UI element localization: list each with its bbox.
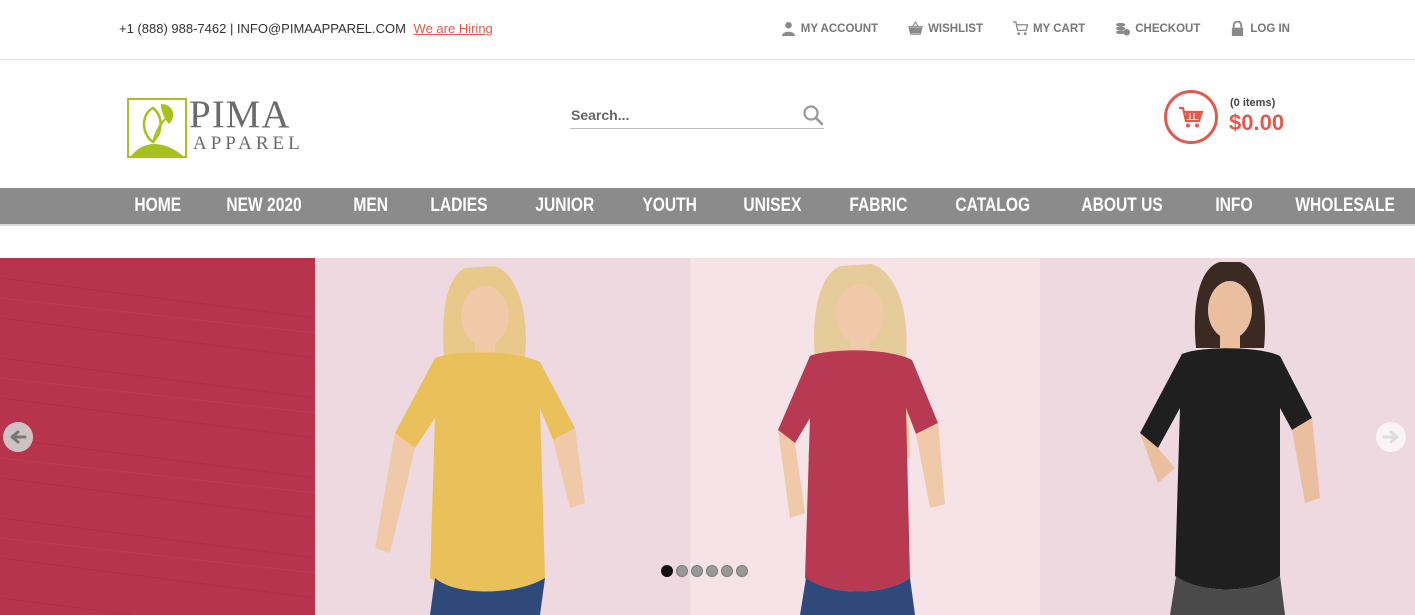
slider-dot-3[interactable]: [691, 565, 703, 577]
fabric-texture-graphic: [0, 277, 315, 615]
nav-item-ladies[interactable]: LADIES: [416, 188, 502, 224]
logo-wordmark-apparel: APPAREL: [193, 133, 304, 154]
top-utility-bar: +1 (888) 988-7462 | INFO@PIMAAPPAREL.COM…: [0, 0, 1415, 60]
leaf-logo-icon: [127, 98, 187, 158]
slider-dot-2[interactable]: [676, 565, 688, 577]
model-yellow-tee-image: [375, 266, 585, 615]
slider-dot-4[interactable]: [706, 565, 718, 577]
main-navigation: HOME NEW 2020 MEN LADIES JUNIOR YOUTH UN…: [0, 188, 1415, 226]
lock-icon: [1232, 21, 1244, 36]
slider-next-button[interactable]: [1376, 422, 1406, 452]
nav-item-home[interactable]: HOME: [120, 188, 195, 224]
search-box: [570, 102, 824, 129]
fabric-texture-image: [0, 258, 315, 615]
nav-item-men[interactable]: MEN: [339, 188, 402, 224]
basket-icon: [908, 21, 923, 35]
nav-item-fabric[interactable]: FABRIC: [835, 188, 922, 224]
arrow-right-icon: [1382, 430, 1399, 444]
arrow-left-icon: [10, 430, 27, 444]
model-red-tee-image: [778, 264, 945, 615]
account-links: MY ACCOUNT WISHLIST MY CART CHECKOUT LOG…: [781, 21, 1290, 36]
site-header: PIMA APPAREL (0 items) $0.00: [0, 60, 1415, 188]
nav-item-catalog[interactable]: CATALOG: [941, 188, 1044, 224]
mini-cart-button[interactable]: [1164, 90, 1218, 144]
product-models-image: [315, 258, 1415, 615]
pima-logo[interactable]: PIMA APPAREL: [127, 93, 317, 161]
cart-total: $0.00: [1229, 110, 1285, 135]
log-in-label: LOG IN: [1250, 22, 1290, 35]
slider-prev-button[interactable]: [3, 422, 33, 452]
cart-icon: [1013, 21, 1029, 36]
my-account-label: MY ACCOUNT: [800, 22, 879, 35]
cart-item-count: (0 items): [1230, 97, 1276, 109]
checkout-label: CHECKOUT: [1135, 22, 1201, 35]
nav-item-junior[interactable]: JUNIOR: [521, 188, 609, 224]
hiring-link[interactable]: We are Hiring: [414, 21, 493, 36]
nav-item-info[interactable]: INFO: [1201, 188, 1267, 224]
coins-icon: [1116, 22, 1131, 36]
search-input[interactable]: [571, 107, 791, 123]
hero-slider: [0, 258, 1415, 615]
checkout-link[interactable]: CHECKOUT: [1115, 21, 1200, 36]
search-icon[interactable]: [802, 104, 824, 126]
slider-dot-5[interactable]: [721, 565, 733, 577]
nav-item-wholesale[interactable]: WHOLESALE: [1281, 188, 1409, 224]
slider-pagination: [661, 565, 748, 577]
nav-item-unisex[interactable]: UNISEX: [729, 188, 816, 224]
wishlist-label: WISHLIST: [928, 22, 984, 35]
slider-dot-6[interactable]: [736, 565, 748, 577]
my-cart-link[interactable]: MY CART: [1013, 21, 1085, 36]
nav-item-about-us[interactable]: ABOUT US: [1067, 188, 1177, 224]
mini-cart[interactable]: (0 items) $0.00: [1164, 90, 1304, 146]
my-account-link[interactable]: MY ACCOUNT: [781, 21, 878, 36]
slider-dot-1[interactable]: [661, 565, 673, 577]
user-icon: [781, 21, 795, 36]
model-black-tee-image: [1140, 262, 1320, 615]
nav-item-new-2020[interactable]: NEW 2020: [212, 188, 316, 224]
nav-item-youth[interactable]: YOUTH: [628, 188, 711, 224]
log-in-link[interactable]: LOG IN: [1230, 21, 1290, 36]
wishlist-link[interactable]: WISHLIST: [908, 21, 983, 36]
contact-text: +1 (888) 988-7462 | INFO@PIMAAPPAREL.COM: [119, 21, 406, 36]
shopping-cart-icon: [1179, 106, 1204, 128]
contact-info: +1 (888) 988-7462 | INFO@PIMAAPPAREL.COM…: [119, 21, 493, 36]
my-cart-label: MY CART: [1033, 22, 1086, 35]
logo-wordmark-pima: PIMA: [189, 93, 291, 136]
